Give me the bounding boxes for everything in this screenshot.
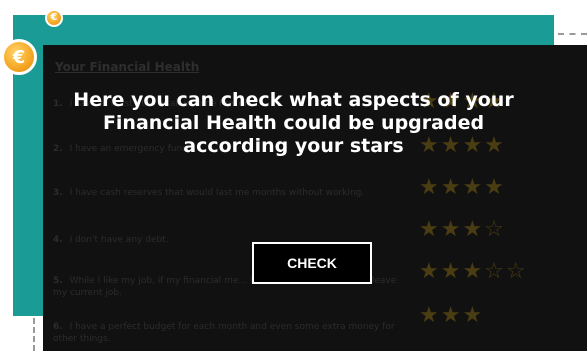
question-number: 3. bbox=[53, 188, 63, 198]
tutorial-line: Here you can check what aspects of your bbox=[73, 89, 514, 111]
question-number: 4. bbox=[53, 235, 63, 245]
euro-coin-icon: € bbox=[45, 9, 63, 27]
star-rating: ★★★ bbox=[419, 303, 485, 328]
star-rating: ★★★☆☆ bbox=[419, 259, 528, 284]
star-rating: ★★★☆ bbox=[419, 217, 506, 242]
tutorial-line: Financial Health could be upgraded bbox=[102, 112, 485, 134]
panel-title: Your Financial Health bbox=[55, 60, 200, 74]
question-text: I have cash reserves that would last me … bbox=[69, 188, 365, 198]
check-button[interactable]: CHECK bbox=[252, 242, 372, 284]
question-row: 3. I have cash reserves that would last … bbox=[53, 187, 403, 199]
euro-coin-icon: € bbox=[1, 39, 37, 75]
star-rating: ★★★★ bbox=[419, 175, 506, 200]
dashed-connector bbox=[558, 33, 587, 35]
question-number: 6. bbox=[53, 322, 63, 332]
dashed-connector bbox=[33, 318, 35, 351]
question-row: 6. I have a perfect budget for each mont… bbox=[53, 321, 403, 345]
tutorial-line: according your stars bbox=[183, 135, 404, 157]
question-number: 5. bbox=[53, 276, 63, 286]
question-text: I have a perfect budget for each month a… bbox=[53, 322, 395, 344]
question-text: I don't have any debt. bbox=[69, 235, 169, 245]
tutorial-message: Here you can check what aspects of your … bbox=[0, 89, 587, 158]
